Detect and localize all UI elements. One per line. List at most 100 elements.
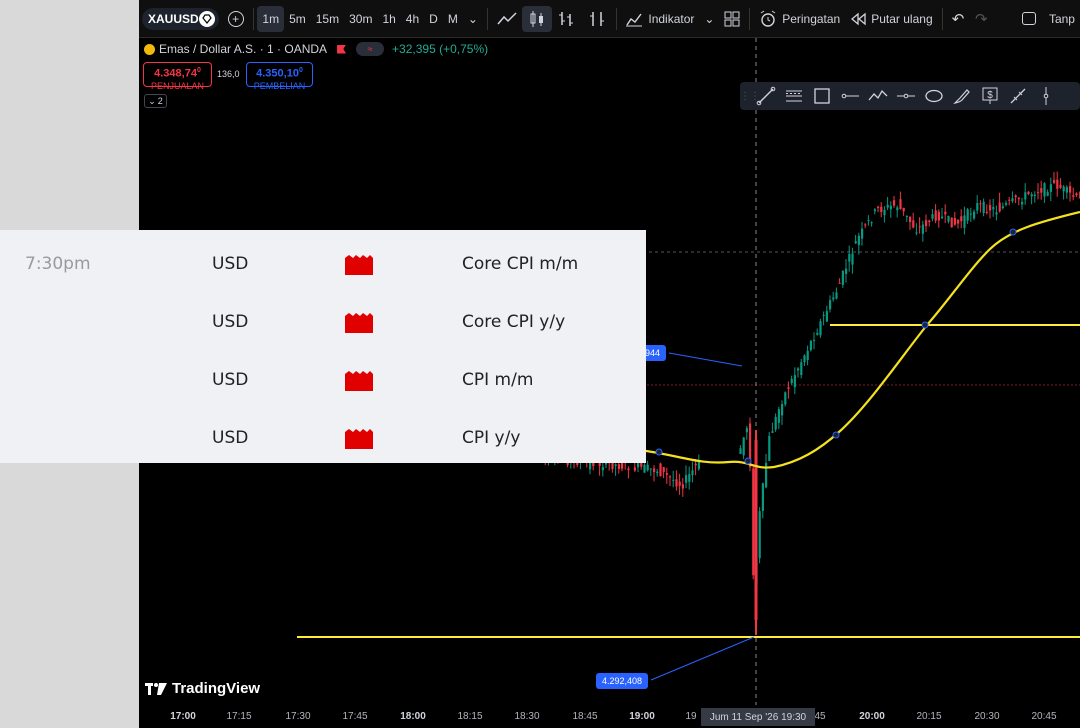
horizontal-ray-tool[interactable] [836,84,864,108]
candle-body [886,204,889,208]
candle-body [918,226,921,228]
candle-body [873,209,876,212]
high-impact-icon [345,313,373,333]
collapse-indicators-button[interactable]: ⌄ 2 [144,94,167,108]
candle-body [1069,186,1072,193]
candle-body [944,211,947,215]
channel-icon [786,90,802,102]
sell-button[interactable]: 4.348,740 PENJUALAN [143,62,212,91]
brush-tool[interactable] [948,84,976,108]
bar-chart-button[interactable] [552,6,582,32]
layout-name[interactable]: Tanp [1041,6,1080,32]
interval-button-30m[interactable]: 30m [344,6,377,32]
time-axis[interactable]: 17:00 17:15 17:30 17:45 18:00 18:15 18:30 18:45… [139,705,1080,728]
horizontal-line-tool[interactable] [892,84,920,108]
candle-body [832,297,835,300]
buy-price-sup: 0 [298,67,303,74]
event-name: Core CPI y/y [462,312,566,332]
vertical-line-tool[interactable] [1032,84,1060,108]
flag-icon[interactable] [337,44,347,54]
candle-body [1046,192,1049,196]
ellipse-tool[interactable] [920,84,948,108]
diamond-icon [198,10,215,27]
candle-body [614,464,617,466]
interval-button-15m[interactable]: 15m [311,6,344,32]
undo-button[interactable]: ↶ [946,6,969,32]
candle-body [1005,202,1008,205]
candle-body [790,378,793,384]
interval-button-1m[interactable]: 1m [257,5,285,32]
candle-body [685,475,688,483]
candle-body [697,461,700,470]
indicators-dropdown[interactable]: ⌄ [699,6,719,32]
add-symbol-button[interactable]: + [223,6,249,32]
candle-body [845,268,848,274]
alert-button[interactable]: Peringatan [754,6,845,32]
candle-body [617,464,620,469]
divider [749,7,751,30]
price-label-lower[interactable]: 4.292,408 [596,673,649,689]
candle-body [742,437,745,456]
layouts-button[interactable] [719,6,745,32]
trend-line-icon [756,86,776,106]
event-name: CPI y/y [462,428,521,448]
path-tool[interactable] [864,84,892,108]
crosshair-time-label: Jum 11 Sep '26 19:30 [701,708,815,726]
legend-title: Emas / Dollar A.S. · 1 · OANDA [159,42,328,56]
compare-button[interactable] [582,6,612,32]
candle-body [896,207,899,211]
interval-button-5m[interactable]: 5m [284,6,311,32]
candle-body [912,220,915,228]
legend-toggle-pill[interactable]: ≈ [356,42,385,56]
candle-body [1049,184,1052,192]
vertical-line-icon [1043,87,1049,105]
calendar-event-row[interactable]: 7:30pm USD Core CPI m/m [0,230,646,288]
indicators-label: Indikator [648,11,695,26]
interval-button-d[interactable]: D [424,6,443,32]
candle-body [739,448,742,454]
interval-button-1h[interactable]: 1h [377,6,400,32]
measure-tool[interactable] [1004,84,1032,108]
candle-body [928,220,931,223]
candle-body [960,216,963,222]
brush-icon [953,89,970,104]
channel-tool[interactable] [780,84,808,108]
candle-body [937,211,940,221]
candle-body [691,470,694,476]
interval-dropdown-button[interactable]: ⌄ [463,6,483,32]
symbol-search[interactable]: XAUUSD [142,7,219,30]
calendar-event-row[interactable]: USD Core CPI y/y [0,288,646,346]
drag-handle-icon[interactable]: ⋮⋮ [740,91,760,102]
replay-button[interactable]: Putar ulang [845,6,937,32]
calendar-event-row[interactable]: USD CPI y/y [0,404,646,462]
calendar-event-row[interactable]: USD CPI m/m [0,346,646,404]
candle-body [806,350,809,361]
redo-button[interactable]: ↷ [970,6,993,32]
candle-body [1024,192,1027,200]
tradingview-logo[interactable]: TradingView [145,680,260,697]
compare-icon [589,11,604,26]
indicators-button[interactable]: Indikator [620,6,699,32]
buy-button[interactable]: 4.350,100 PEMBELIAN [246,62,313,91]
ma-anchor-point [1009,228,1017,236]
wave-icon: ≈ [367,44,373,54]
candle-body [848,254,851,262]
candle-body [1033,194,1036,197]
high-impact-icon [345,371,373,391]
candle-body [816,332,819,335]
trend-line-tool[interactable] [752,84,780,108]
candle-chart-button[interactable] [521,5,552,32]
candle-body [681,484,684,489]
line-chart-button[interactable] [492,6,522,32]
interval-button-4h[interactable]: 4h [401,6,424,32]
candle-body [921,224,924,234]
price-label-tool[interactable]: $ [976,84,1004,108]
sell-label: PENJUALAN [150,80,204,91]
ruler-icon [1010,88,1026,104]
interval-button-m[interactable]: M [443,6,463,32]
fullscreen-button[interactable] [1017,6,1041,32]
candle-body [1062,186,1065,192]
candle-body [809,340,812,351]
rectangle-tool[interactable] [808,84,836,108]
candle-body [957,220,960,224]
